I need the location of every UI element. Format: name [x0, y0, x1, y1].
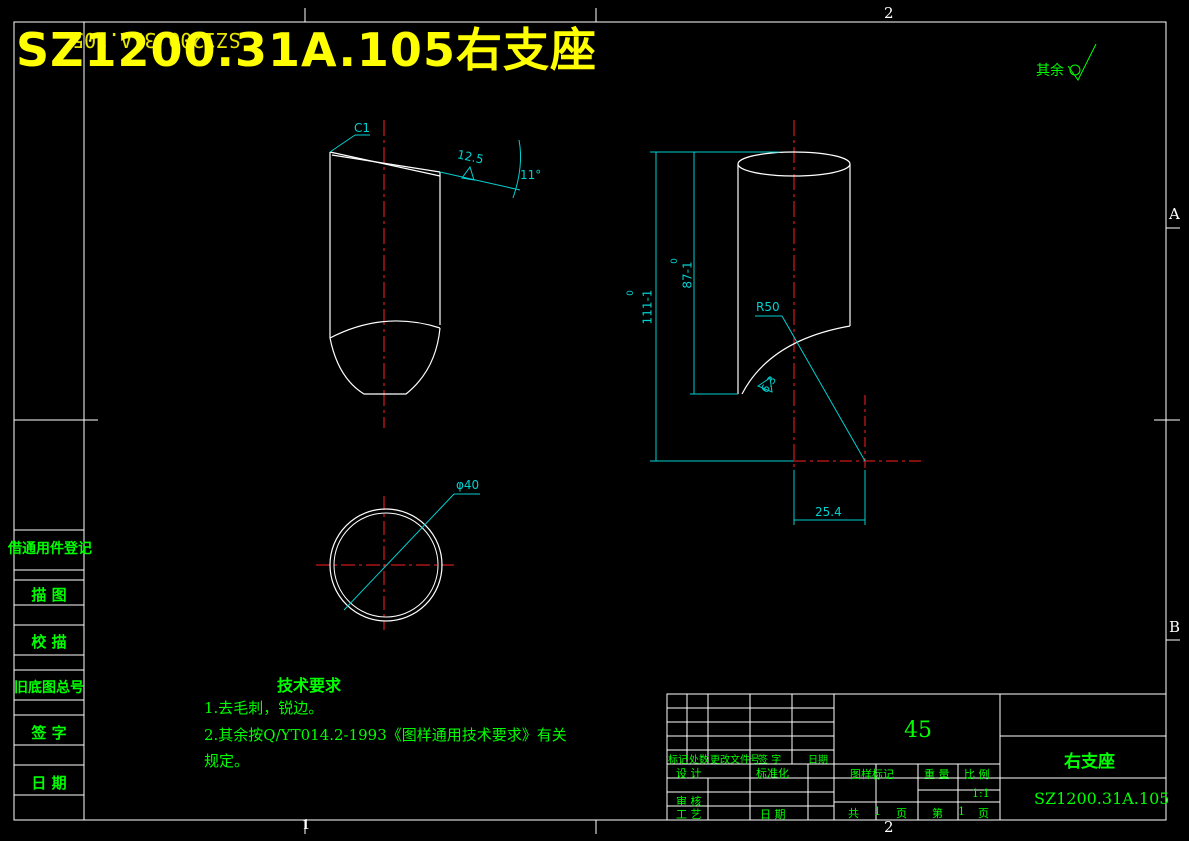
- tech-line-3: 规定。: [204, 752, 250, 770]
- sidebar-cell-trace: 描 图: [31, 586, 67, 604]
- material: 45: [904, 718, 932, 743]
- tech-heading: 技术要求: [277, 676, 342, 695]
- zone-bottom-col-left: 1: [302, 818, 311, 833]
- sidebar-table: [14, 529, 84, 796]
- sidebar-cell-check: 校 描: [31, 633, 67, 651]
- weight-label: 重 量: [924, 768, 950, 781]
- sheet-no: 1: [958, 805, 965, 818]
- drawing-canvas: [13, 8, 1180, 834]
- sidebar-cell-register: 借通用件登记: [8, 541, 92, 557]
- outer-frame: [13, 21, 1167, 821]
- total-unit: 页: [896, 807, 907, 820]
- front-view: [650, 120, 922, 525]
- sidebar-cell-date: 日 期: [31, 774, 67, 792]
- zone-top-col: 2: [884, 4, 894, 22]
- zone-bottom-col-right: 2: [884, 818, 894, 836]
- process-label: 工 艺: [676, 808, 702, 821]
- part-name: 右支座: [1064, 752, 1115, 772]
- rev-header-count: 处数: [689, 755, 709, 766]
- roughness-symbol: [1067, 43, 1097, 81]
- zone-row-b: B: [1169, 618, 1181, 636]
- tech-line-1: 1.去毛刺，锐边。: [204, 699, 324, 717]
- sheet-unit: 页: [978, 807, 989, 820]
- total-pages: 1: [874, 805, 881, 818]
- tech-line-2: 2.其余按Q/YT014.2-1993《图样通用技术要求》有关: [204, 726, 567, 744]
- scale-value: 1:1: [972, 787, 990, 800]
- dim-offset: 25.4: [815, 505, 842, 519]
- part-code: SZ1200.31A.105: [1034, 789, 1170, 808]
- sheet-label: 第: [932, 807, 943, 820]
- design-label: 设 计: [676, 767, 702, 780]
- dim-angle: 11°: [520, 168, 542, 182]
- title-banner: SZ1200.31A.105右支座: [16, 23, 597, 77]
- stage-mark-label: 图样标记: [850, 768, 894, 781]
- sidebar-cell-old-number: 旧底图总号: [14, 680, 84, 696]
- rev-header-mark: 标记: [668, 755, 688, 766]
- dim-inner-height-sup: 0: [669, 258, 680, 264]
- rev-header-sign: 签 字: [758, 755, 782, 766]
- surface-note: 其余: [1036, 63, 1064, 79]
- zone-row-a: A: [1169, 205, 1180, 223]
- sidebar-cell-sign: 签 字: [31, 724, 67, 742]
- top-view: [316, 493, 480, 630]
- dim-inner-height: 87-1: [680, 261, 695, 289]
- standardize-label: 标准化: [756, 767, 789, 780]
- dim-radius: R50: [756, 300, 780, 314]
- dim-overall-height-sup: 0: [625, 290, 636, 296]
- rev-header-date: 日期: [808, 755, 828, 766]
- total-label: 共: [848, 807, 859, 820]
- dim-diameter: φ40: [456, 478, 480, 492]
- dim-overall-height: 111-1: [640, 289, 655, 325]
- dim-chamfer: C1: [354, 121, 371, 135]
- scale-label: 比 例: [964, 768, 990, 781]
- rev-header-doc: 更改文件号: [710, 755, 760, 766]
- side-view: [329, 120, 521, 428]
- date-label: 日 期: [760, 808, 786, 821]
